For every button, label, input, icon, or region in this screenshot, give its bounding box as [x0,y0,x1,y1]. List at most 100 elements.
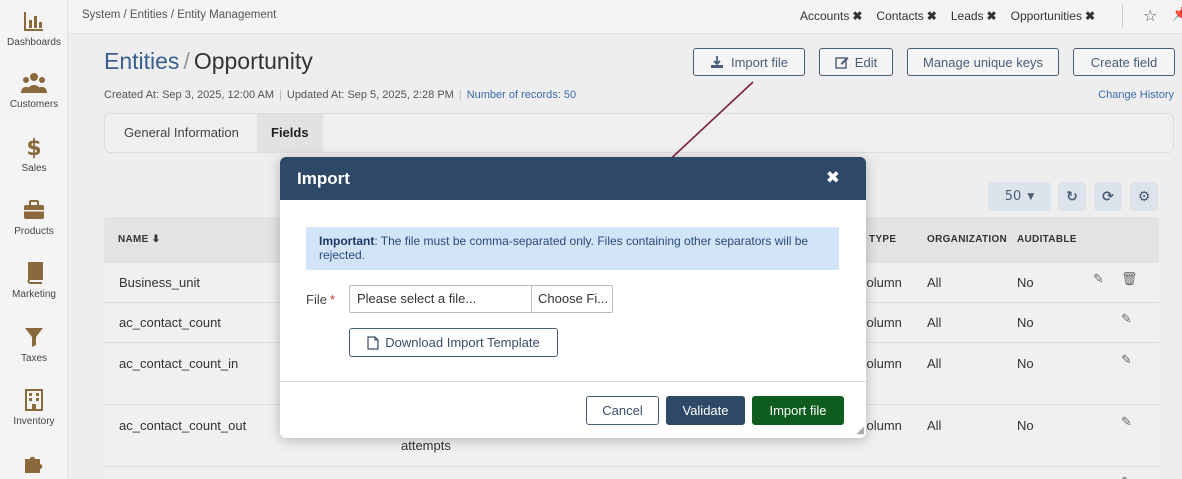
field-name: ac_contact_count [119,315,221,330]
sidebar-item-inventory[interactable]: Inventory [0,387,68,427]
title-parent-link[interactable]: Entities [104,48,179,74]
file-input[interactable]: Please select a file... Choose Fi... [349,285,613,313]
sidebar-item-marketing[interactable]: Marketing [0,260,68,300]
column-header-name[interactable]: NAME ⬇ [118,234,160,245]
puzzle-icon [25,456,43,473]
edit-button[interactable]: Edit [819,48,893,76]
close-icon[interactable]: ✖ [826,168,840,188]
title-entity: Opportunity [193,48,313,74]
page-title: Entities / Opportunity [104,48,313,75]
field-name: ac_contact_count_out [119,418,247,433]
field-type: column [860,356,902,371]
sync-icon: ⟳ [1102,188,1114,205]
sidebar-item-customers[interactable]: Customers [0,70,68,110]
reload-icon: ↻ [1066,188,1078,205]
top-tab-accounts[interactable]: Accounts ✖ [800,9,862,23]
close-icon[interactable]: ✖ [852,9,862,23]
settings-button[interactable]: ⚙ [1130,182,1158,211]
validate-button[interactable]: Validate [666,396,745,425]
top-tab-opportunities[interactable]: Opportunities ✖ [1011,9,1095,23]
choose-file-button[interactable]: Choose Fi... [532,286,612,312]
funnel-icon [25,328,43,347]
tab-fields[interactable]: Fields [257,114,323,152]
divider [1122,5,1123,27]
star-icon[interactable]: ☆ [1143,6,1157,25]
sidebar-item-dashboards[interactable]: Dashboards [0,8,68,48]
field-organization: All [927,275,942,290]
file-name-display[interactable]: Please select a file... [350,286,532,312]
users-icon [21,73,47,93]
file-label-text: File [306,292,327,307]
top-bar: System / Entities / Entity Management Ac… [68,0,1182,34]
sidebar-item-label: Sales [21,163,47,174]
pin-icon[interactable]: 📌 [1172,6,1182,22]
create-field-button[interactable]: Create field [1073,48,1175,76]
import-file-label: Import file [730,54,789,70]
field-name: Business_unit [119,275,200,290]
close-icon[interactable]: ✖ [987,9,997,23]
cancel-button[interactable]: Cancel [586,396,659,425]
field-type: column [860,275,902,290]
field-auditable: No [1017,275,1034,290]
edit-icon[interactable]: ✎ [1121,475,1132,479]
per-page-select[interactable]: 50 ▼ [988,182,1051,211]
top-tab-label: Accounts [800,9,850,23]
column-header-label: NAME [118,234,149,245]
entity-meta: Created At: Sep 3, 2025, 12:00 AM | Update… [104,89,577,101]
field-organization: All [927,315,942,330]
field-auditable: No [1017,418,1034,433]
edit-icon[interactable]: ✎ [1121,312,1132,327]
column-header-auditable[interactable]: AUDITABLE [1017,234,1077,245]
sidebar-item-taxes[interactable]: Taxes [0,324,68,364]
edit-icon[interactable]: ✎ [1121,353,1132,368]
top-tab-label: Leads [950,9,984,23]
download-template-button[interactable]: Download Import Template [349,328,558,357]
breadcrumb: System / Entities / Entity Management [82,9,277,21]
import-modal: Import ✖ Important: The file must be com… [280,157,866,438]
reload-button[interactable]: ↻ [1058,182,1086,211]
table-row: ✎ [104,467,1159,479]
sidebar-item-label: Customers [9,99,59,110]
sidebar-item-products[interactable]: Products [0,197,68,237]
sync-button[interactable]: ⟳ [1094,182,1122,211]
top-tab-contacts[interactable]: Contacts ✖ [876,9,936,23]
field-auditable: No [1017,315,1034,330]
edit-icon[interactable]: ✎ [1121,415,1132,430]
create-field-label: Create field [1090,54,1158,70]
per-page-value: 50 [1004,189,1022,204]
created-at: Created At: Sep 3, 2025, 12:00 AM [104,89,275,101]
modal-header: Import ✖ [280,157,866,200]
alert-strong: Important [319,234,375,248]
sidebar-item-extensions[interactable] [0,450,68,476]
top-tab-leads[interactable]: Leads ✖ [951,9,997,23]
sidebar-item-label: Taxes [20,353,48,364]
top-tab-label: Contacts [876,9,924,23]
change-history-link[interactable]: Change History [1098,89,1174,101]
field-organization: All [927,356,942,371]
field-organization: All [927,418,942,433]
book-icon [27,262,43,284]
records-count[interactable]: Number of records: 50 [467,89,576,101]
building-icon [25,389,43,411]
close-icon[interactable]: ✖ [1085,9,1095,23]
manage-unique-keys-label: Manage unique keys [923,54,1043,70]
field-name: ac_contact_count_in [119,356,239,371]
open-tabs: Accounts ✖ Contacts ✖ Leads ✖ Opportunities… [800,9,1109,23]
import-file-button[interactable]: Import file [693,48,805,76]
tab-general-information[interactable]: General Information [110,114,253,152]
edit-icon[interactable]: ✎ [1093,272,1104,287]
resize-grip-icon[interactable]: ◢ [856,425,864,436]
top-tab-label: Opportunities [1010,9,1082,23]
trash-icon[interactable]: 🗑 [1121,272,1138,287]
field-type: column [860,315,902,330]
updated-at: Updated At: Sep 5, 2025, 2:28 PM [286,89,454,101]
bar-chart-icon [24,12,43,31]
manage-unique-keys-button[interactable]: Manage unique keys [907,48,1059,76]
import-file-submit-button[interactable]: Import file [752,396,844,425]
field-type: column [860,418,902,433]
download-icon [710,56,723,68]
column-header-organization[interactable]: ORGANIZATION [927,234,1007,245]
gear-icon: ⚙ [1137,188,1151,205]
close-icon[interactable]: ✖ [927,9,937,23]
sidebar-item-sales[interactable]: $ Sales [0,134,68,174]
